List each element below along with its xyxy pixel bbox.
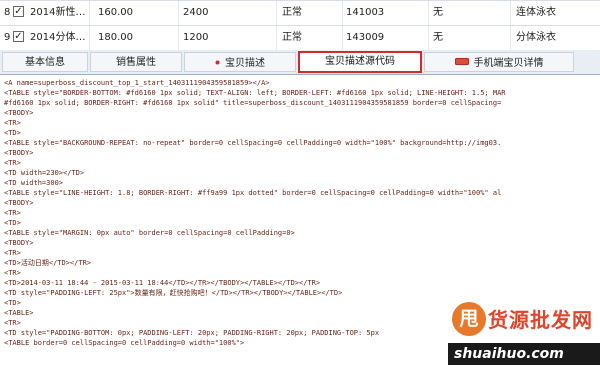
column-divider <box>342 1 343 25</box>
column-divider <box>276 1 277 25</box>
tab-description-source[interactable]: 宝贝描述源代码 <box>298 51 422 73</box>
column-divider <box>276 26 277 50</box>
code-line: <TBODY> <box>4 239 34 247</box>
code-line: <TABLE style="BACKGROUND-REPEAT: no-repe… <box>4 139 502 147</box>
code-line: <TBODY> <box>4 109 34 117</box>
tab-basic-info[interactable]: 基本信息 <box>2 52 88 72</box>
product-flag: 无 <box>433 7 443 18</box>
column-divider <box>342 26 343 50</box>
code-line: <TBODY> <box>4 199 34 207</box>
product-grid: 8 ✓ 2014新性… 160.00 2400 正常 141003 无 连体泳衣… <box>0 0 600 51</box>
table-row[interactable]: 9 ✓ 2014分体… 180.00 1200 正常 143009 无 分体泳衣 <box>0 25 600 50</box>
code-line: <TBODY> <box>4 149 34 157</box>
tab-label: 宝贝描述 <box>225 58 265 69</box>
tab-label: 销售属性 <box>116 57 156 68</box>
editor-tab-bar: 基本信息 销售属性 宝贝描述 宝贝描述源代码 手机端宝贝详情 <box>0 50 600 75</box>
code-line: <TD>活动日期</TD></TR> <box>4 259 92 267</box>
code-line: <TABLE style="MARGIN: 0px auto" border=0… <box>4 229 295 237</box>
code-line: <TD> <box>4 219 21 227</box>
product-flag: 无 <box>433 32 443 43</box>
column-divider <box>89 26 90 50</box>
row-checkbox[interactable]: ✓ <box>13 31 24 42</box>
dot-icon <box>215 53 220 73</box>
code-line: <TD> <box>4 129 21 137</box>
code-line: <TD style="PADDING-BOTTOM: 0px; PADDING-… <box>4 329 380 337</box>
column-divider <box>178 26 179 50</box>
watermark: 甩 货源批发网 shuaihuo.com <box>448 298 600 373</box>
code-line: <TABLE style="LINE-HEIGHT: 1.8; BORDER-R… <box>4 189 502 197</box>
product-category: 分体泳衣 <box>516 32 556 43</box>
code-line: <TABLE style="BORDER-BOTTOM: #fd6160 1px… <box>4 89 506 97</box>
product-name: 2014分体… <box>30 32 86 43</box>
column-divider <box>428 1 429 25</box>
column-divider <box>428 26 429 50</box>
code-line: <TABLE border=0 cellSpacing=0 cellPaddin… <box>4 339 245 347</box>
product-category: 连体泳衣 <box>516 7 556 18</box>
product-status: 正常 <box>282 7 302 18</box>
product-stock: 1200 <box>183 32 209 43</box>
code-line: <TR> <box>4 319 21 327</box>
code-line: #fd6160 1px solid; BORDER-RIGHT: #fd6160… <box>4 99 502 107</box>
code-line: <TR> <box>4 209 21 217</box>
code-line: <TR> <box>4 249 21 257</box>
table-row[interactable]: 8 ✓ 2014新性… 160.00 2400 正常 141003 无 连体泳衣 <box>0 0 600 25</box>
watermark-logo: 甩 <box>452 302 486 336</box>
product-status: 正常 <box>282 32 302 43</box>
tab-label: 手机端宝贝详情 <box>473 58 544 69</box>
code-line: <TR> <box>4 119 21 127</box>
column-divider <box>178 1 179 25</box>
product-name: 2014新性… <box>30 7 86 18</box>
code-line: <TD style="PADDING-LEFT: 25px">数量有限，赶快抢购… <box>4 289 343 297</box>
watermark-brand: 货源批发网 <box>488 308 593 332</box>
code-line: <TABLE> <box>4 309 34 317</box>
watermark-url-bar: shuaihuo.com <box>448 343 600 365</box>
product-code: 143009 <box>346 32 385 43</box>
product-price: 160.00 <box>98 7 133 18</box>
code-line: <A name=superboss_discount_top_1_start_1… <box>4 79 270 87</box>
code-line: <TR> <box>4 269 21 277</box>
column-divider <box>89 1 90 25</box>
row-checkbox[interactable]: ✓ <box>13 6 24 17</box>
code-line: <TR> <box>4 159 21 167</box>
tab-sales-attributes[interactable]: 销售属性 <box>90 52 182 72</box>
code-line: <TD width=300> <box>4 179 64 187</box>
product-code: 141003 <box>346 7 385 18</box>
code-line: <TD>2014-03-11 18:44 - 2015-03-11 18:44<… <box>4 279 321 287</box>
column-divider <box>510 26 511 50</box>
column-divider <box>510 1 511 25</box>
tab-mobile-details[interactable]: 手机端宝贝详情 <box>424 52 574 72</box>
watermark-url: shuaihuo.com <box>454 346 564 362</box>
product-stock: 2400 <box>183 7 209 18</box>
tab-label: 基本信息 <box>25 57 65 68</box>
code-line: <TD> <box>4 299 21 307</box>
product-price: 180.00 <box>98 32 133 43</box>
tab-label: 宝贝描述源代码 <box>325 56 395 67</box>
code-line: <TD width=230></TD> <box>4 169 85 177</box>
tab-item-description[interactable]: 宝贝描述 <box>184 52 296 72</box>
mobile-icon <box>454 53 469 73</box>
